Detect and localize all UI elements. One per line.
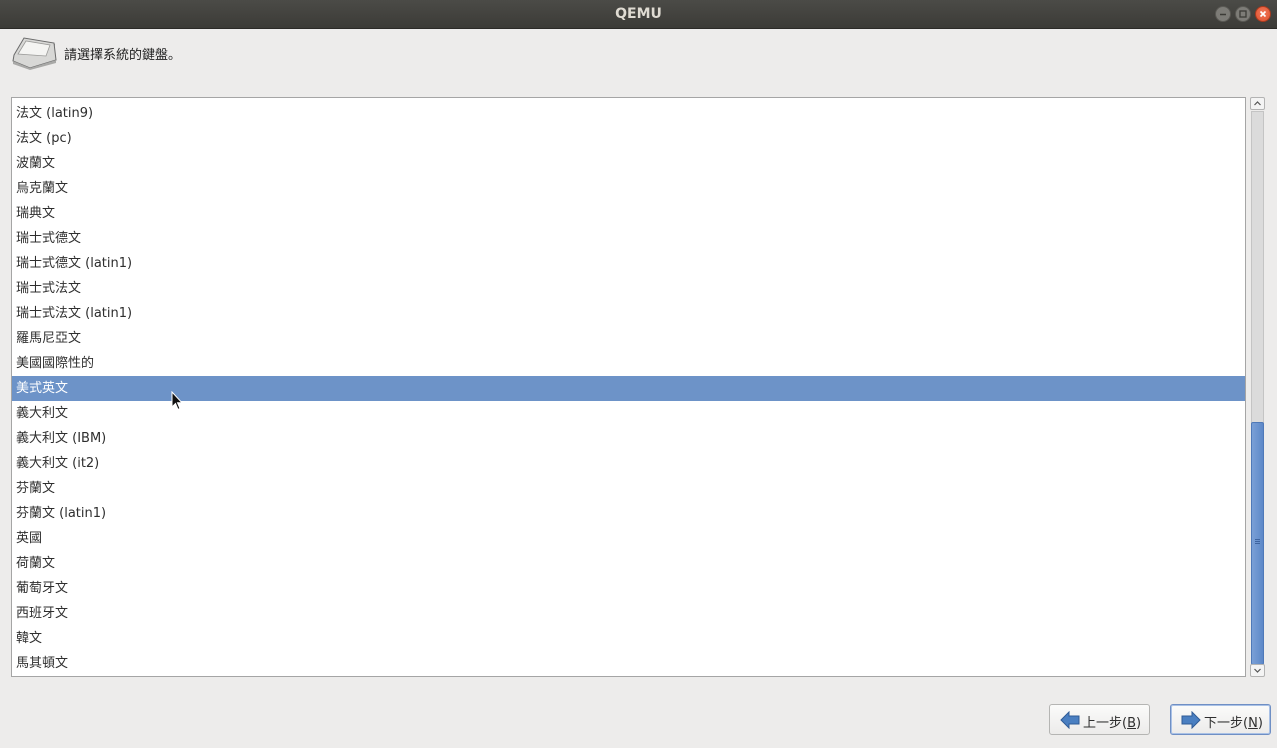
list-item[interactable]: 法文 (latin9) — [12, 101, 1245, 126]
list-item[interactable]: 荷蘭文 — [12, 551, 1245, 576]
list-item[interactable]: 芬蘭文 — [12, 476, 1245, 501]
list-item[interactable]: 芬蘭文 (latin1) — [12, 501, 1245, 526]
list-item[interactable]: 波蘭文 — [12, 151, 1245, 176]
list-item[interactable]: 韓文 — [12, 626, 1245, 651]
scroll-down-button[interactable] — [1250, 664, 1265, 677]
chevron-down-icon — [1254, 668, 1261, 673]
list-item[interactable]: 瑞典文 — [12, 201, 1245, 226]
keyboard-key-icon — [12, 37, 57, 70]
list-item[interactable]: 美式英文 — [12, 376, 1245, 401]
list-item[interactable]: 英國 — [12, 526, 1245, 551]
scrollbar-thumb[interactable] — [1251, 422, 1264, 665]
grip-line — [1255, 541, 1260, 542]
list-item[interactable]: 美國國際性的 — [12, 351, 1245, 376]
list-item[interactable]: 法文 (pc) — [12, 126, 1245, 151]
list-item[interactable]: 義大利文 (it2) — [12, 451, 1245, 476]
next-button[interactable]: 下一步(N) — [1170, 704, 1271, 735]
list-item[interactable]: 義大利文 (IBM) — [12, 426, 1245, 451]
window-title: QEMU — [615, 6, 662, 22]
list-item[interactable]: 瑞士式法文 (latin1) — [12, 301, 1245, 326]
close-icon[interactable] — [1255, 6, 1271, 22]
list-item[interactable]: 西班牙文 — [12, 601, 1245, 626]
next-button-label: 下一步(N) — [1204, 716, 1263, 731]
list-item[interactable]: 瑞士式德文 — [12, 226, 1245, 251]
list-item[interactable]: 瑞士式法文 — [12, 276, 1245, 301]
vertical-scrollbar[interactable] — [1250, 97, 1265, 677]
list-item[interactable]: 瑞士式德文 (latin1) — [12, 251, 1245, 276]
arrow-left-icon — [1060, 711, 1080, 729]
keyboard-list[interactable]: 法文 (latin9) 法文 (pc) 波蘭文 烏克蘭文 瑞典文 瑞士式德文 瑞士式德文 (… — [11, 97, 1246, 677]
back-button[interactable]: 上一步(B) — [1049, 704, 1150, 735]
list-item[interactable]: 羅馬尼亞文 — [12, 326, 1245, 351]
prompt-text: 請選擇系統的鍵盤。 — [64, 48, 182, 63]
list-item[interactable]: 義大利文 — [12, 401, 1245, 426]
list-item[interactable]: 葡萄牙文 — [12, 576, 1245, 601]
grip-line — [1255, 539, 1260, 540]
arrow-right-icon — [1181, 711, 1201, 729]
maximize-icon[interactable] — [1235, 6, 1251, 22]
chevron-up-icon — [1254, 101, 1261, 106]
grip-line — [1255, 543, 1260, 544]
title-bar: QEMU — [0, 0, 1277, 29]
minimize-icon[interactable] — [1215, 6, 1231, 22]
scroll-up-button[interactable] — [1250, 97, 1265, 110]
back-button-label: 上一步(B) — [1083, 716, 1142, 731]
mouse-cursor-icon — [171, 391, 183, 411]
list-item[interactable]: 烏克蘭文 — [12, 176, 1245, 201]
list-item[interactable]: 馬其頓文 — [12, 651, 1245, 676]
